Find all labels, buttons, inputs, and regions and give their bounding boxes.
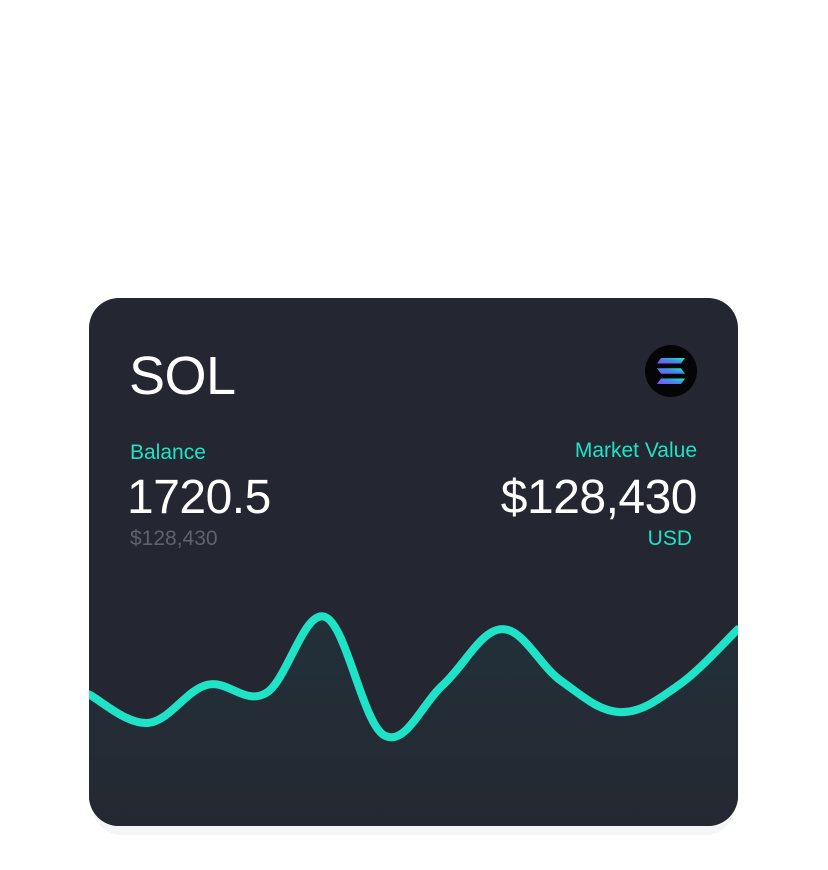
balance-label: Balance [130, 441, 206, 464]
market-currency: USD [647, 527, 692, 550]
balance-fiat-value: $128,430 [130, 527, 218, 550]
market-value-label: Market Value [574, 439, 697, 462]
token-card[interactable]: SOL Balance 1720.5 $128,430 Market Value… [89, 298, 738, 826]
asset-symbol: SOL [129, 346, 236, 406]
solana-logo-icon [645, 345, 697, 397]
balance-amount: 1720.5 [127, 471, 271, 524]
market-value: $128,430 [500, 471, 698, 524]
